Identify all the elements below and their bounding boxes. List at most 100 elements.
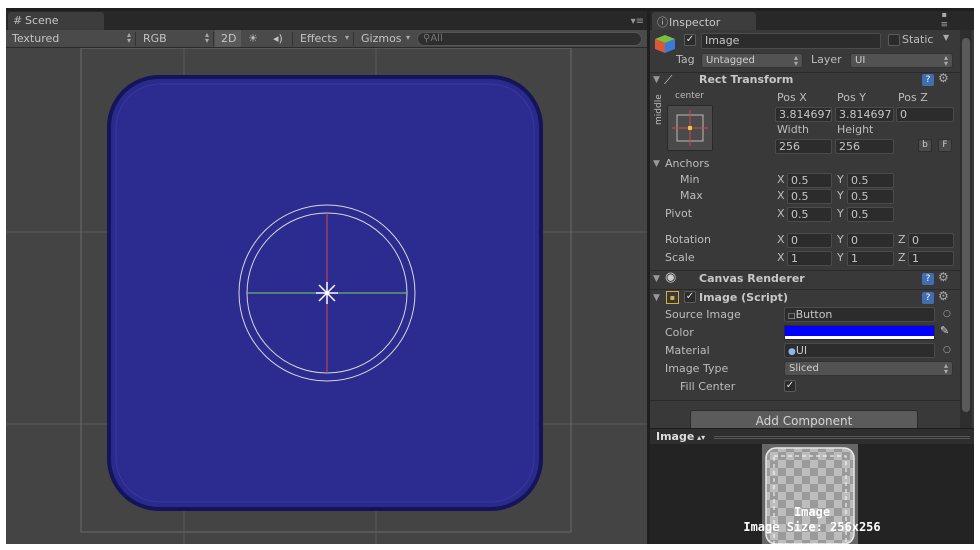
max-x-label: X: [777, 189, 785, 202]
image-type-dropdown[interactable]: Sliced ▴ ▾: [784, 361, 953, 376]
gear-icon[interactable]: ⚙: [938, 289, 949, 303]
rotation-x-label: X: [777, 233, 785, 246]
render-mode-dropdown[interactable]: RGB ▴ ▾: [137, 30, 212, 47]
inspector-scrollbar[interactable]: [960, 30, 972, 432]
scale-z-input[interactable]: 1: [908, 251, 954, 266]
active-checkbox[interactable]: ✓: [684, 34, 696, 46]
object-picker-icon[interactable]: ○: [943, 345, 951, 355]
object-picker-icon[interactable]: ○: [943, 309, 951, 319]
pos-z-input[interactable]: 0: [896, 107, 954, 122]
anchor-max-x-input[interactable]: 0.5: [787, 189, 832, 204]
tab-inspector[interactable]: ⓘInspector: [652, 12, 756, 31]
anchor-min-y-input[interactable]: 0.5: [847, 173, 894, 188]
rect-transform-title: Rect Transform: [699, 73, 794, 86]
rotation-z-input[interactable]: 0: [908, 233, 954, 248]
rotation-y-input[interactable]: 0: [847, 233, 894, 248]
pivot-x-input[interactable]: 0.5: [787, 207, 832, 222]
anchor-max-y-input[interactable]: 0.5: [847, 189, 894, 204]
rotation-label: Rotation: [665, 233, 712, 246]
scale-x-label: X: [777, 251, 785, 264]
scale-x-input[interactable]: 1: [787, 251, 832, 266]
layer-dropdown[interactable]: UI ▴ ▾: [850, 53, 953, 68]
color-field[interactable]: [784, 325, 935, 340]
help-icon[interactable]: ?: [922, 273, 934, 285]
scene-lighting-button[interactable]: ☀: [242, 30, 266, 47]
help-icon[interactable]: ?: [922, 292, 934, 304]
pos-x-input[interactable]: 3.814697: [775, 107, 832, 122]
tag-dropdown[interactable]: Untagged ▴ ▾: [701, 53, 803, 68]
tab-menu-icon[interactable]: ≡: [940, 20, 948, 30]
material-field[interactable]: ●UI: [784, 343, 935, 358]
tab-menu-icon[interactable]: ▾≡: [631, 16, 644, 27]
info-icon: ⓘ: [657, 16, 668, 29]
scale-y-label: Y: [837, 251, 844, 264]
section-divider: [650, 72, 960, 73]
gizmos-dropdown[interactable]: Gizmos ▾: [355, 30, 413, 47]
rotation-z-label: Z: [898, 233, 906, 246]
speaker-icon: ◂): [273, 32, 283, 45]
collapse-arrow-icon[interactable]: ▼: [653, 159, 660, 169]
lock-icon[interactable]: ▪: [942, 10, 947, 19]
toolbar-separator: [213, 32, 214, 46]
scrollbar-thumb[interactable]: [962, 38, 970, 412]
material-sphere-icon: ●: [788, 347, 796, 357]
fill-center-label: Fill Center: [680, 380, 736, 393]
collapse-arrow-icon[interactable]: ▼: [653, 274, 660, 284]
rotation-y-label: Y: [837, 233, 844, 246]
blueprint-mode-button[interactable]: b: [918, 139, 932, 152]
scene-search-input[interactable]: ⚲All: [417, 32, 642, 46]
scene-viewport[interactable]: [6, 48, 647, 544]
scene-panel: # Scene ▾≡ Textured ▴ ▾ RGB ▴ ▾ 2D ☀ ◂) Eff…: [6, 11, 647, 544]
static-dropdown-arrow-icon[interactable]: ▼: [943, 33, 949, 42]
shading-mode-dropdown[interactable]: Textured ▴ ▾: [6, 30, 134, 47]
preview-resize-handle[interactable]: [714, 436, 970, 439]
collapse-arrow-icon[interactable]: ▼: [653, 75, 660, 85]
effects-dropdown[interactable]: Effects ▾: [294, 30, 352, 47]
preview-header: Image ▴▾: [650, 428, 974, 444]
image-enabled-checkbox[interactable]: ✓: [684, 291, 696, 303]
static-label: Static: [902, 33, 934, 46]
preview-dropdown[interactable]: Image ▴▾: [656, 430, 705, 443]
width-input[interactable]: 256: [775, 139, 832, 154]
anchor-preset-button[interactable]: [667, 105, 713, 151]
rect-transform-icon: ⟋: [664, 73, 673, 87]
max-y-label: Y: [837, 189, 844, 202]
max-label: Max: [680, 189, 703, 202]
scale-z-label: Z: [898, 251, 906, 264]
anchor-horizontal-label: center: [675, 91, 704, 101]
dropdown-arrow-icon: ▾: [344, 33, 349, 42]
tag-label: Tag: [676, 53, 695, 66]
height-input[interactable]: 256: [835, 139, 894, 154]
scale-y-input[interactable]: 1: [847, 251, 894, 266]
anchor-min-x-input[interactable]: 0.5: [787, 173, 832, 188]
tab-scene[interactable]: # Scene: [8, 12, 104, 31]
fill-center-checkbox[interactable]: ✓: [784, 380, 796, 392]
toggle-2d-button[interactable]: 2D: [215, 30, 241, 47]
scene-audio-button[interactable]: ◂): [267, 30, 291, 47]
section-divider: [650, 270, 960, 271]
source-image-label: Source Image: [665, 308, 741, 321]
anchor-icon[interactable]: [316, 282, 338, 304]
pos-y-input[interactable]: 3.814697: [835, 107, 894, 122]
source-image-field[interactable]: □Button: [784, 307, 935, 322]
collapse-arrow-icon[interactable]: ▼: [653, 293, 660, 303]
layer-label: Layer: [811, 53, 842, 66]
dropdown-arrow-icon: ▴▾: [943, 361, 948, 376]
scene-toolbar: Textured ▴ ▾ RGB ▴ ▾ 2D ☀ ◂) Effects ▾ Giz…: [6, 30, 647, 48]
rotation-x-input[interactable]: 0: [787, 233, 832, 248]
gear-icon[interactable]: ⚙: [938, 270, 949, 284]
eyedropper-icon[interactable]: ✎: [940, 324, 949, 337]
raw-edit-button[interactable]: F: [938, 139, 952, 152]
object-name-input[interactable]: Image: [701, 33, 881, 49]
dropdown-arrow-icon: ▴▾: [204, 30, 209, 45]
min-x-label: X: [777, 173, 785, 186]
width-label: Width: [777, 123, 809, 136]
sun-icon: ☀: [248, 32, 258, 45]
anchor-vertical-label: middle: [654, 94, 664, 125]
pivot-y-input[interactable]: 0.5: [847, 207, 894, 222]
inspector-tab-bar: ⓘInspector ▪ ≡: [650, 10, 974, 31]
static-checkbox[interactable]: [888, 34, 900, 46]
dropdown-arrow-icon: ▴▾: [694, 433, 706, 442]
help-icon[interactable]: ?: [922, 74, 934, 86]
gear-icon[interactable]: ⚙: [938, 71, 949, 85]
